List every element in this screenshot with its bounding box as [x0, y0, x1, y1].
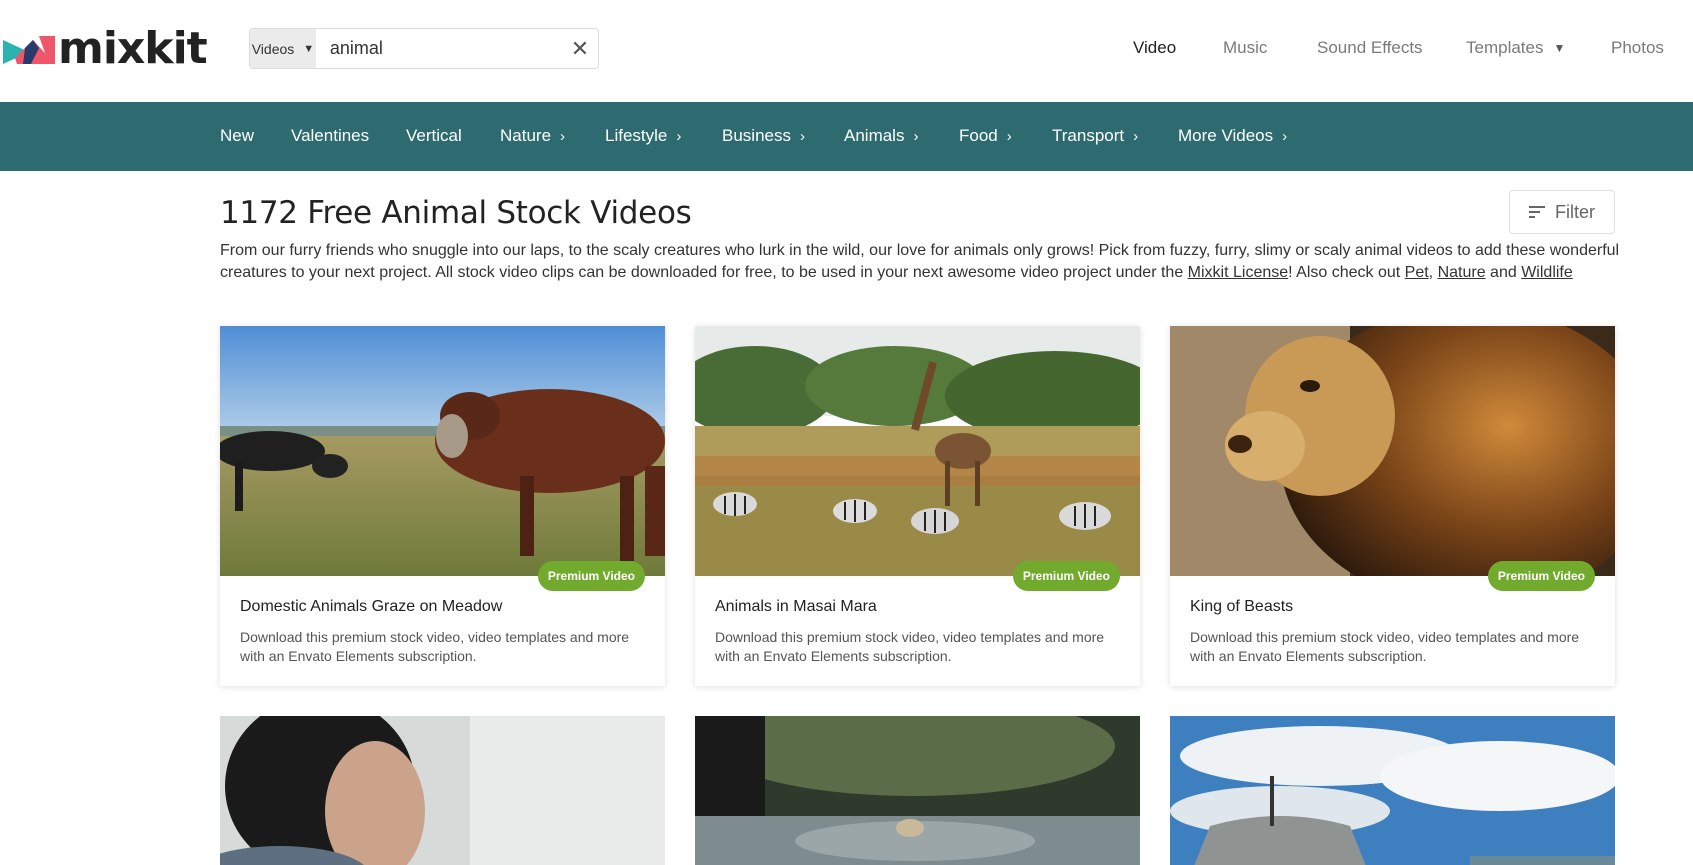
search-type-label: Videos: [251, 40, 295, 57]
video-thumbnail[interactable]: [695, 716, 1140, 865]
nav-music-label: Music: [1223, 38, 1268, 57]
mixkit-logo[interactable]: mixkit: [3, 23, 208, 74]
nav-photos[interactable]: Photos: [1611, 38, 1664, 58]
video-thumbnail[interactable]: [220, 326, 665, 576]
video-title[interactable]: Animals in Masai Mara: [715, 598, 877, 616]
video-card[interactable]: [695, 716, 1140, 865]
video-description: Download this premium stock video, video…: [715, 629, 1105, 664]
chevron-right-icon: ›: [1133, 127, 1139, 145]
nav-templates-label: Templates: [1466, 38, 1544, 57]
intro-paragraph: From our furry friends who snuggle into …: [220, 242, 1620, 281]
category-label: Lifestyle: [605, 126, 668, 145]
video-description: Download this premium stock video, video…: [1190, 629, 1580, 664]
category-nature[interactable]: Nature ›: [500, 126, 565, 146]
category-transport[interactable]: Transport ›: [1052, 126, 1138, 146]
category-label: Food: [959, 126, 998, 145]
category-lifestyle[interactable]: Lifestyle ›: [605, 126, 681, 146]
filter-button[interactable]: Filter: [1509, 190, 1615, 234]
chevron-right-icon: ›: [1282, 127, 1288, 145]
category-bar: New Valentines Vertical Nature › Lifestyl…: [0, 102, 1693, 171]
filter-icon: [1529, 206, 1545, 218]
category-label: Business: [722, 126, 791, 145]
video-card[interactable]: [1170, 716, 1615, 865]
caret-down-icon: ▼: [1553, 41, 1566, 55]
nav-video-label: Video: [1133, 38, 1177, 57]
video-title[interactable]: King of Beasts: [1190, 598, 1293, 616]
video-description: Download this premium stock video, video…: [240, 629, 630, 664]
category-label: New: [220, 126, 255, 145]
clear-search-icon[interactable]: ✕: [562, 29, 598, 68]
video-thumbnail[interactable]: [220, 716, 665, 865]
wildlife-link[interactable]: Wildlife: [1521, 264, 1573, 281]
category-business[interactable]: Business ›: [722, 126, 805, 146]
video-card[interactable]: Premium Video Animals in Masai Mara Down…: [695, 326, 1140, 686]
category-label: Valentines: [291, 126, 370, 145]
category-new[interactable]: New: [220, 126, 254, 146]
video-card[interactable]: Premium Video King of Beasts Download th…: [1170, 326, 1615, 686]
logo-wordmark: mixkit: [58, 23, 208, 74]
category-animals[interactable]: Animals ›: [844, 126, 918, 146]
category-label: Transport: [1052, 126, 1125, 145]
video-card[interactable]: Premium Video Domestic Animals Graze on …: [220, 326, 665, 686]
video-thumbnail[interactable]: [1170, 716, 1615, 865]
chevron-right-icon: ›: [676, 127, 682, 145]
nav-music[interactable]: Music: [1223, 38, 1267, 58]
category-more-videos[interactable]: More Videos ›: [1178, 126, 1287, 146]
intro-text: ! Also check out: [1288, 264, 1405, 281]
mixkit-license-link[interactable]: Mixkit License: [1188, 264, 1288, 281]
pet-link[interactable]: Pet: [1405, 264, 1429, 281]
category-label: More Videos: [1178, 126, 1274, 145]
search-type-dropdown[interactable]: Videos ▼: [250, 29, 316, 68]
video-card[interactable]: [220, 716, 665, 865]
category-food[interactable]: Food ›: [959, 126, 1012, 146]
chevron-right-icon: ›: [560, 127, 566, 145]
chevron-right-icon: ›: [799, 127, 805, 145]
filter-label: Filter: [1555, 201, 1595, 222]
mixkit-logo-mark-icon: [3, 36, 55, 64]
video-thumbnail[interactable]: [695, 326, 1140, 576]
nav-sound-effects[interactable]: Sound Effects: [1317, 38, 1423, 58]
page-title: 1172 Free Animal Stock Videos: [220, 195, 692, 231]
video-title[interactable]: Domestic Animals Graze on Meadow: [240, 598, 502, 616]
nav-video[interactable]: Video: [1133, 38, 1176, 58]
category-label: Nature: [500, 126, 552, 145]
category-label: Animals: [844, 126, 905, 145]
nav-sound-effects-label: Sound Effects: [1317, 38, 1423, 57]
premium-badge: Premium Video: [1012, 561, 1120, 591]
site-header: mixkit Videos ▼ ✕ Video Music Sound Effe…: [0, 0, 1693, 102]
premium-badge: Premium Video: [1487, 561, 1595, 591]
premium-badge: Premium Video: [537, 561, 645, 591]
chevron-right-icon: ›: [1006, 127, 1012, 145]
video-thumbnail[interactable]: [1170, 326, 1615, 576]
nav-templates[interactable]: Templates ▼: [1466, 38, 1565, 58]
chevron-right-icon: ›: [913, 127, 919, 145]
search-bar: Videos ▼ ✕: [249, 28, 599, 69]
nav-photos-label: Photos: [1611, 38, 1664, 57]
search-input[interactable]: [315, 29, 562, 68]
category-label: Vertical: [406, 126, 462, 145]
category-vertical[interactable]: Vertical: [406, 126, 462, 146]
nature-link[interactable]: Nature: [1438, 264, 1486, 281]
category-valentines[interactable]: Valentines: [291, 126, 369, 146]
caret-down-icon: ▼: [303, 42, 315, 55]
intro-text: and: [1490, 264, 1517, 281]
